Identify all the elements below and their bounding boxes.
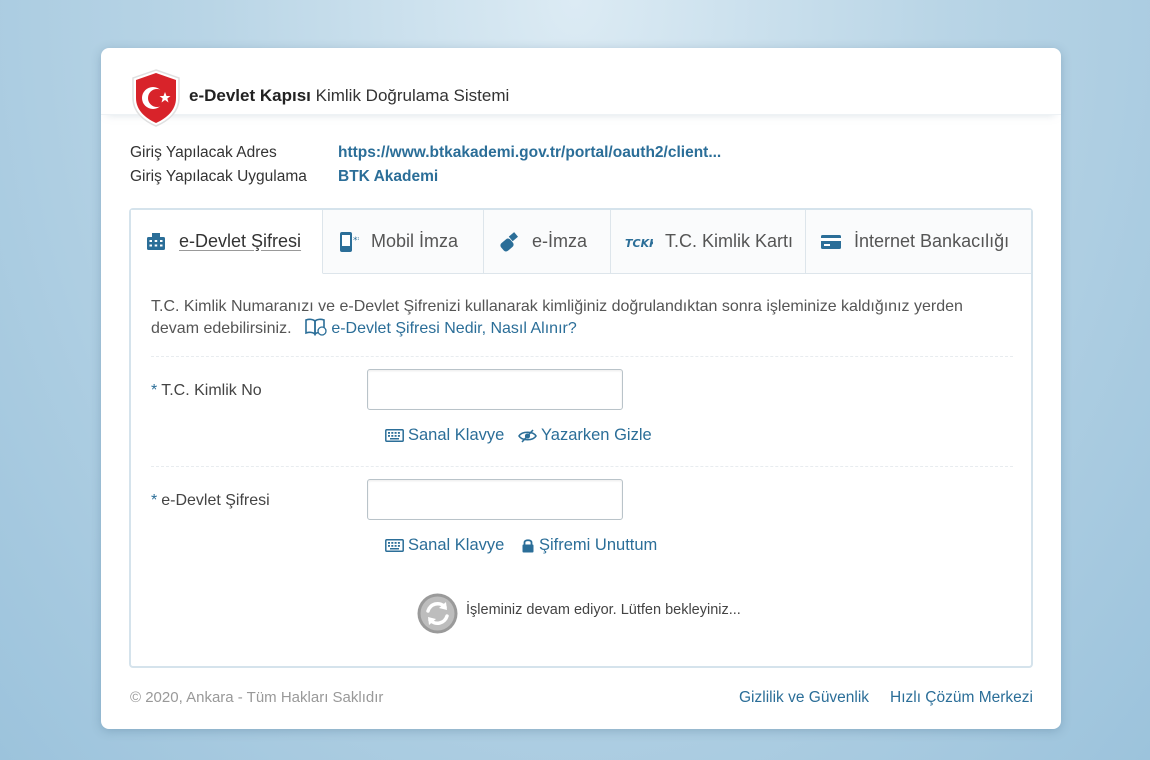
keypad-icon [147,232,165,250]
tab-id-card[interactable]: TCKK T.C. Kimlik Kartı [611,210,806,274]
eye-slash-icon [518,428,537,443]
required-mark: * [151,382,158,399]
header: e-Devlet Kapısı Kimlik Doğrulama Sistemi [101,48,1061,127]
tab-mobile-signature[interactable]: *** Mobil İmza [323,210,484,274]
edevlet-password-input[interactable] [367,479,623,520]
password-label: * e-Devlet Şifresi [151,492,270,510]
privacy-link[interactable]: Gizlilik ve Güvenlik [739,689,869,707]
required-mark: * [151,492,158,509]
login-description: T.C. Kimlik Numaranızı ve e-Devlet Şifre… [151,296,1001,340]
divider [151,356,1013,357]
copyright: © 2020, Ankara - Tüm Hakları Saklıdır [130,689,384,706]
hide-typing-label: Yazarken Gizle [541,426,652,444]
tckk-icon: TCKK [625,237,653,250]
help-link[interactable]: e-Devlet Şifresi Nedir, Nasıl Alınır? [305,318,577,337]
forgot-password-link[interactable]: Şifremi Unuttum [521,536,657,555]
tab-label: e-Devlet Şifresi [179,231,302,251]
address-label: Giriş Yapılacak Adres [130,144,277,161]
brand-title: e-Devlet Kapısı Kimlik Doğrulama Sistemi [189,86,509,106]
tab-e-signature[interactable]: e-İmza [484,210,611,274]
lock-icon [522,539,534,553]
tab-internet-banking[interactable]: İnternet Bankacılığı [806,210,1031,274]
app-value: BTK Akademi [338,168,439,185]
svg-text:***: *** [353,236,359,246]
login-method-tabs: e-Devlet Şifresi *** Mobil İmza e-İmza [131,210,1031,274]
login-card: e-Devlet Kapısı Kimlik Doğrulama Sistemi… [101,48,1061,729]
help-link-text: e-Devlet Şifresi Nedir, Nasıl Alınır? [331,320,577,337]
keyboard-icon [385,429,404,442]
mobile-signature-icon: *** [340,231,359,252]
tab-label: e-İmza [532,231,588,251]
tab-label: İnternet Bankacılığı [854,231,1010,251]
edevlet-logo-icon [132,69,180,127]
login-panel: e-Devlet Şifresi *** Mobil İmza e-İmza [129,208,1033,668]
brand-subtitle: Kimlik Doğrulama Sistemi [315,86,510,105]
tc-label-text: T.C. Kimlik No [161,382,262,399]
bank-card-icon [821,234,841,249]
keyboard-icon [385,539,404,552]
help-center-link[interactable]: Hızlı Çözüm Merkezi [890,689,1033,707]
divider [151,466,1013,467]
virtual-keyboard-label: Sanal Klavye [408,426,505,444]
tab-label: Mobil İmza [371,231,459,251]
loading-message: İşleminiz devam ediyor. Lütfen bekleyini… [466,602,741,618]
virtual-keyboard-link[interactable]: Sanal Klavye [385,426,504,445]
virtual-keyboard-label: Sanal Klavye [408,536,505,554]
svg-text:TCKK: TCKK [625,237,653,250]
password-label-text: e-Devlet Şifresi [161,492,270,509]
tab-edevlet-password[interactable]: e-Devlet Şifresi [131,210,323,274]
tc-kimlik-input[interactable] [367,369,623,410]
tc-label: * T.C. Kimlik No [151,382,262,400]
address-value: https://www.btkakademi.gov.tr/portal/oau… [338,144,722,161]
tab-label: T.C. Kimlik Kartı [665,231,794,251]
forgot-password-label: Şifremi Unuttum [539,536,658,554]
book-help-icon [305,318,327,336]
app-label: Giriş Yapılacak Uygulama [130,168,307,185]
usb-token-icon [500,231,518,251]
brand-bold: e-Devlet Kapısı [189,86,311,105]
virtual-keyboard-link[interactable]: Sanal Klavye [385,536,504,555]
loading-spinner-icon [417,593,458,634]
hide-typing-link[interactable]: Yazarken Gizle [518,426,652,445]
